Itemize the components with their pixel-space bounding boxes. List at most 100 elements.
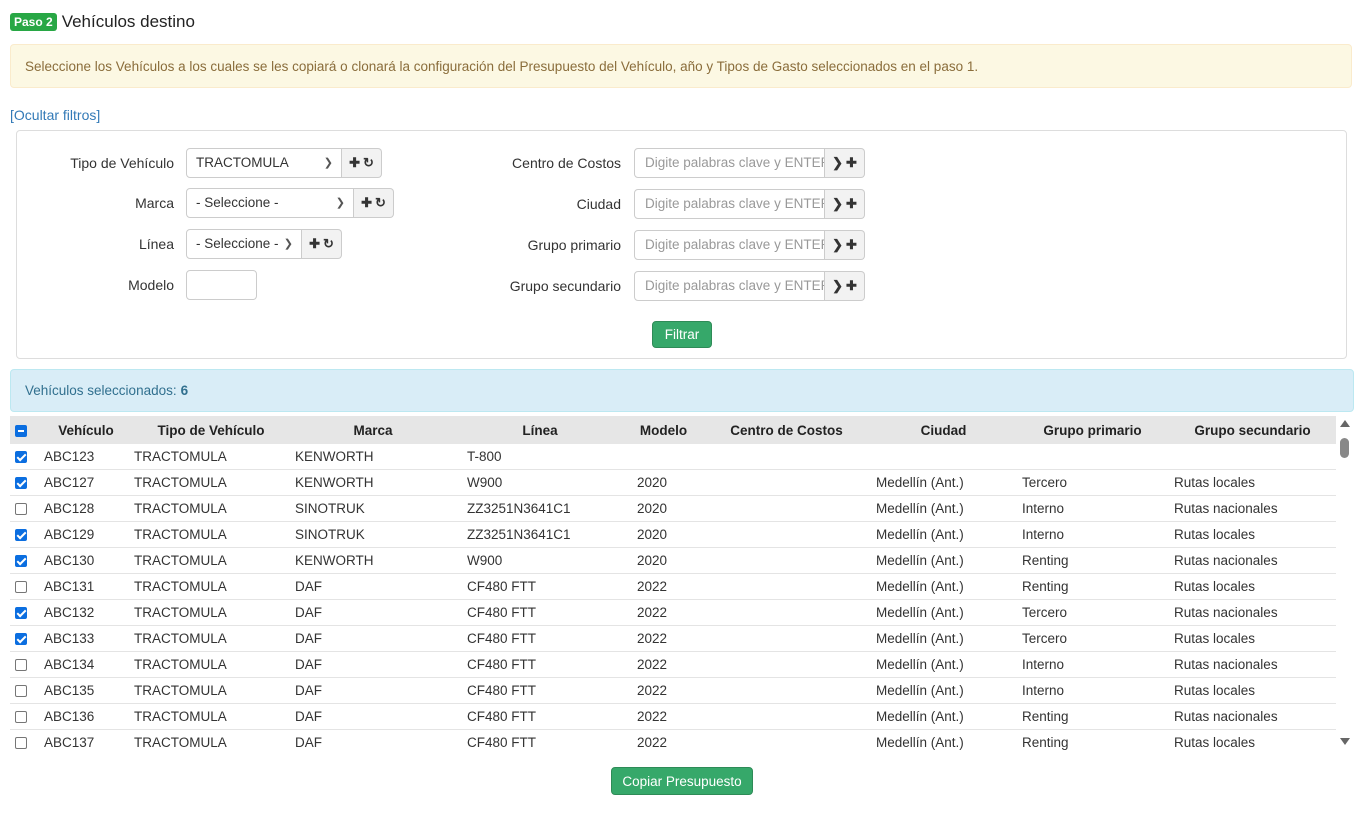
selection-count: 6 (180, 383, 189, 398)
selection-label: Vehículos seleccionados: (25, 383, 177, 398)
centro-costos-addon[interactable]: ❯ ✚ (825, 148, 865, 178)
row-checkbox[interactable] (15, 503, 27, 516)
toggle-filters-link[interactable]: [Ocultar filtros] (10, 107, 100, 123)
copy-budget-button[interactable]: Copiar Presupuesto (611, 767, 753, 795)
marca-addon: ✚ ↻ (354, 188, 394, 218)
cell-grupo-secundario (1169, 444, 1336, 470)
cell-modelo (625, 444, 702, 470)
row-checkbox[interactable] (15, 581, 27, 594)
vehicles-table-container[interactable]: Vehículo Tipo de Vehículo Marca Línea Mo… (10, 416, 1336, 754)
cell-centro (702, 495, 871, 522)
cell-vehiculo: ABC128 (41, 495, 131, 522)
cell-linea: CF480 FTT (455, 651, 625, 678)
tipo-vehiculo-select[interactable]: TRACTOMULA ❯ (186, 148, 342, 178)
cell-linea: ZZ3251N3641C1 (455, 495, 625, 522)
cell-ciudad: Medellín (Ant.) (871, 495, 1016, 522)
table-row[interactable]: ABC137 TRACTOMULA DAF CF480 FTT 2022 Medellín… (10, 729, 1336, 754)
cell-grupo-primario: Tercero (1016, 599, 1169, 626)
ciudad-label: Ciudad (576, 196, 621, 212)
cell-modelo: 2022 (625, 573, 702, 600)
linea-addon: ✚ ↻ (302, 229, 342, 259)
table-header-row: Vehículo Tipo de Vehículo Marca Línea Mo… (10, 416, 1336, 444)
row-checkbox-cell (10, 729, 41, 754)
instructions-text: Seleccione los Vehículos a los cuales se… (25, 58, 979, 74)
table-row[interactable]: ABC123 TRACTOMULA KENWORTH T-800 (10, 444, 1336, 470)
cell-marca: DAF (291, 651, 455, 678)
cell-marca: KENWORTH (291, 444, 455, 470)
plus-icon[interactable]: ✚ (309, 236, 320, 252)
cell-vehiculo: ABC127 (41, 469, 131, 496)
row-checkbox[interactable] (15, 451, 27, 464)
table-row[interactable]: ABC131 TRACTOMULA DAF CF480 FTT 2022 Medellín… (10, 573, 1336, 600)
grupo-primario-input[interactable]: Digite palabras clave y ENTER (634, 230, 825, 260)
plus-icon[interactable]: ✚ (349, 155, 360, 171)
col-header-modelo[interactable]: Modelo (625, 416, 702, 444)
cell-ciudad: Medellín (Ant.) (871, 677, 1016, 704)
table-row[interactable]: ABC129 TRACTOMULA SINOTRUK ZZ3251N3641C1 202… (10, 521, 1336, 548)
refresh-icon[interactable]: ↻ (323, 236, 334, 252)
table-row[interactable]: ABC134 TRACTOMULA DAF CF480 FTT 2022 Medellín… (10, 651, 1336, 678)
col-header-vehiculo[interactable]: Vehículo (41, 416, 131, 444)
scroll-thumb[interactable] (1340, 438, 1349, 458)
cell-modelo: 2022 (625, 625, 702, 652)
row-checkbox-cell (10, 521, 41, 548)
modelo-label: Modelo (128, 277, 174, 293)
scroll-up-arrow-icon[interactable] (1340, 420, 1350, 427)
table-scrollbar[interactable] (1336, 416, 1354, 754)
tipo-vehiculo-value: TRACTOMULA (196, 155, 289, 170)
plus-icon[interactable]: ✚ (361, 195, 372, 211)
table-row[interactable]: ABC136 TRACTOMULA DAF CF480 FTT 2022 Medellín… (10, 703, 1336, 730)
cell-tipo: TRACTOMULA (131, 547, 291, 574)
col-header-grupo-primario[interactable]: Grupo primario (1016, 416, 1169, 444)
refresh-icon[interactable]: ↻ (363, 155, 374, 171)
cell-grupo-secundario: Rutas locales (1169, 729, 1336, 754)
cell-grupo-secundario: Rutas locales (1169, 677, 1336, 704)
col-header-linea[interactable]: Línea (455, 416, 625, 444)
cell-grupo-secundario: Rutas locales (1169, 521, 1336, 548)
grupo-secundario-addon[interactable]: ❯ ✚ (825, 271, 865, 301)
modelo-input[interactable] (186, 270, 257, 300)
row-checkbox[interactable] (15, 477, 27, 490)
row-checkbox[interactable] (15, 711, 27, 724)
col-header-marca[interactable]: Marca (291, 416, 455, 444)
chevron-right-icon: ❯ (832, 155, 843, 170)
cell-tipo: TRACTOMULA (131, 703, 291, 730)
col-header-tipo[interactable]: Tipo de Vehículo (131, 416, 291, 444)
filter-button[interactable]: Filtrar (652, 321, 712, 348)
col-header-ciudad[interactable]: Ciudad (871, 416, 1016, 444)
row-checkbox[interactable] (15, 659, 27, 672)
select-all-checkbox[interactable] (15, 424, 27, 437)
cell-linea: CF480 FTT (455, 573, 625, 600)
row-checkbox[interactable] (15, 555, 27, 568)
cell-ciudad: Medellín (Ant.) (871, 521, 1016, 548)
col-header-grupo-secundario[interactable]: Grupo secundario (1169, 416, 1336, 444)
table-row[interactable]: ABC135 TRACTOMULA DAF CF480 FTT 2022 Medellín… (10, 677, 1336, 704)
table-row[interactable]: ABC130 TRACTOMULA KENWORTH W900 2020 Medellín… (10, 547, 1336, 574)
cell-grupo-primario: Interno (1016, 521, 1169, 548)
row-checkbox[interactable] (15, 607, 27, 620)
centro-costos-input[interactable]: Digite palabras clave y ENTER (634, 148, 825, 178)
refresh-icon[interactable]: ↻ (375, 195, 386, 211)
row-checkbox[interactable] (15, 685, 27, 698)
col-header-centro[interactable]: Centro de Costos (702, 416, 871, 444)
linea-select[interactable]: - Seleccione - ❯ (186, 229, 302, 259)
grupo-primario-addon[interactable]: ❯ ✚ (825, 230, 865, 260)
ciudad-input[interactable]: Digite palabras clave y ENTER (634, 189, 825, 219)
table-row[interactable]: ABC133 TRACTOMULA DAF CF480 FTT 2022 Medellín… (10, 625, 1336, 652)
cell-grupo-secundario: Rutas nacionales (1169, 599, 1336, 626)
cell-linea: T-800 (455, 444, 625, 470)
cell-vehiculo: ABC131 (41, 573, 131, 600)
table-row[interactable]: ABC128 TRACTOMULA SINOTRUK ZZ3251N3641C1 202… (10, 495, 1336, 522)
table-row[interactable]: ABC132 TRACTOMULA DAF CF480 FTT 2022 Medellín… (10, 599, 1336, 626)
row-checkbox[interactable] (15, 633, 27, 646)
row-checkbox[interactable] (15, 529, 27, 542)
cell-modelo: 2022 (625, 677, 702, 704)
scroll-down-arrow-icon[interactable] (1340, 738, 1350, 745)
marca-select[interactable]: - Seleccione - ❯ (186, 188, 354, 218)
table-row[interactable]: ABC127 TRACTOMULA KENWORTH W900 2020 Medellín… (10, 469, 1336, 496)
cell-grupo-primario: Renting (1016, 547, 1169, 574)
grupo-secundario-input[interactable]: Digite palabras clave y ENTER (634, 271, 825, 301)
cell-grupo-primario: Renting (1016, 729, 1169, 754)
row-checkbox[interactable] (15, 737, 27, 750)
ciudad-addon[interactable]: ❯ ✚ (825, 189, 865, 219)
